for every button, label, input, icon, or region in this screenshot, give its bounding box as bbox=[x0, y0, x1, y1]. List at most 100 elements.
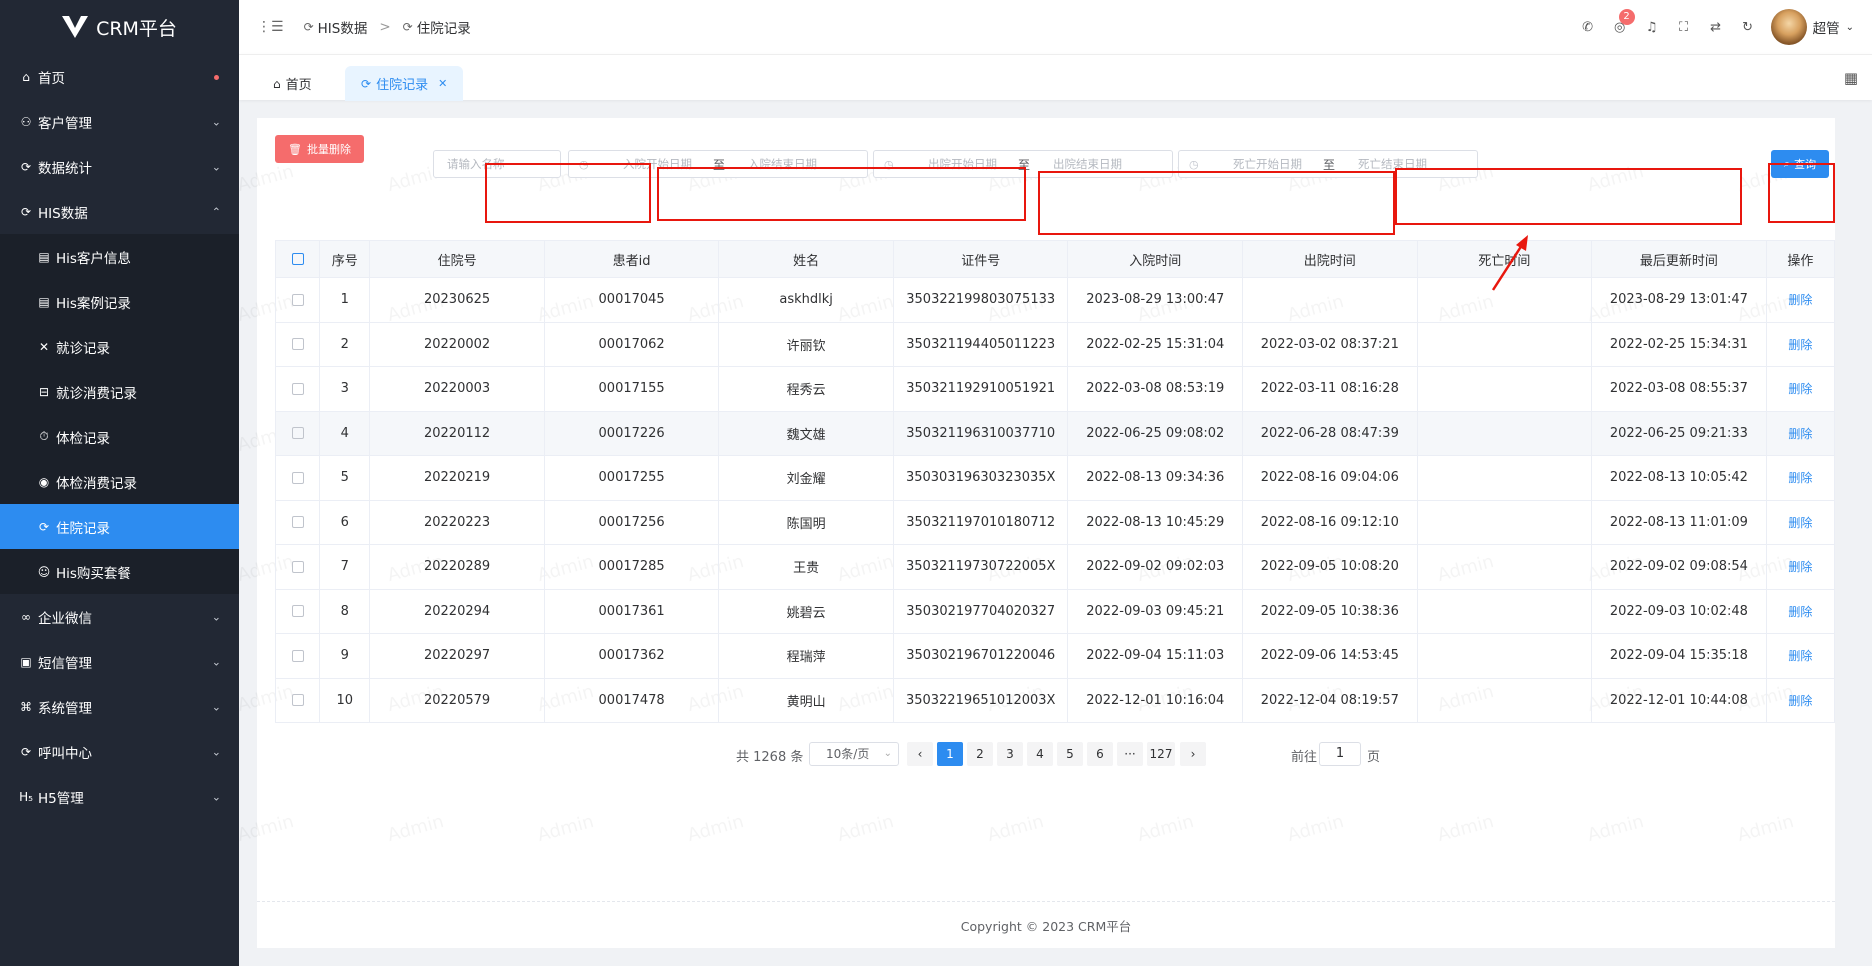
select-all-cell[interactable] bbox=[274, 240, 321, 278]
sidebar-item-1[interactable]: ⚇ 客户管理 ⌄ bbox=[0, 99, 239, 144]
collapse-menu-icon[interactable]: ⋮☰ bbox=[257, 19, 284, 35]
delete-row-link[interactable]: 删除 bbox=[1788, 338, 1812, 352]
delete-row-link[interactable]: 删除 bbox=[1788, 427, 1812, 441]
sidebar-item-7[interactable]: ⊟ 就诊消费记录 bbox=[0, 369, 239, 414]
close-icon[interactable]: ✕ bbox=[438, 77, 447, 90]
select-all-checkbox[interactable] bbox=[291, 253, 304, 265]
row-checkbox[interactable] bbox=[291, 293, 304, 306]
reload-icon[interactable]: ↻ bbox=[1739, 20, 1757, 35]
row-checkbox[interactable] bbox=[291, 471, 304, 484]
delete-row-link[interactable]: 删除 bbox=[1788, 605, 1812, 619]
table-row[interactable]: 10 20220579 00017478 黄明山 35032219651012003X 2… bbox=[274, 677, 1836, 723]
page-button[interactable]: 1 bbox=[937, 742, 963, 766]
phone-icon[interactable]: ✆ bbox=[1579, 20, 1597, 35]
page-button[interactable]: 5 bbox=[1057, 742, 1083, 766]
row-select-cell[interactable] bbox=[274, 499, 321, 545]
breadcrumb-his[interactable]: HIS数据 bbox=[318, 17, 368, 37]
table-cell: 2022-09-02 09:08:54 bbox=[1591, 544, 1767, 590]
chat-icon: ▣ bbox=[20, 654, 32, 669]
delete-row-link[interactable]: 删除 bbox=[1788, 560, 1812, 574]
next-page-button[interactable]: › bbox=[1180, 742, 1206, 766]
page-ellipsis[interactable]: ··· bbox=[1117, 742, 1143, 766]
table-cell: 王贵 bbox=[718, 544, 894, 590]
page-button[interactable]: 2 bbox=[967, 742, 993, 766]
page-button[interactable]: 3 bbox=[997, 742, 1023, 766]
row-select-cell[interactable] bbox=[274, 633, 321, 679]
sidebar-item-10[interactable]: ⟳ 住院记录 bbox=[0, 504, 239, 549]
sidebar-item-9[interactable]: ◉ 体检消费记录 bbox=[0, 459, 239, 504]
table-row[interactable]: 2 20220002 00017062 许丽钦 350321194405011223 20… bbox=[274, 321, 1836, 367]
chevron-down-icon: ⌄ bbox=[211, 700, 221, 713]
row-checkbox[interactable] bbox=[291, 338, 304, 351]
delete-row-link[interactable]: 删除 bbox=[1788, 471, 1812, 485]
sidebar-item-16[interactable]: H₅ H5管理 ⌄ bbox=[0, 774, 239, 819]
tab-home[interactable]: ⌂ 首页 bbox=[257, 66, 328, 101]
sidebar-item-12[interactable]: ∞ 企业微信 ⌄ bbox=[0, 594, 239, 639]
delete-row-link[interactable]: 删除 bbox=[1788, 382, 1812, 396]
table-row[interactable]: 4 20220112 00017226 魏文雄 350321196310037710 20… bbox=[274, 410, 1836, 456]
page-button[interactable]: 127 bbox=[1147, 742, 1175, 766]
table-cell: 20220003 bbox=[369, 366, 545, 412]
row-checkbox[interactable] bbox=[291, 382, 304, 395]
sidebar-item-13[interactable]: ▣ 短信管理 ⌄ bbox=[0, 639, 239, 684]
row-select-cell[interactable] bbox=[274, 410, 321, 456]
sidebar-item-4[interactable]: ▤ His客户信息 bbox=[0, 234, 239, 279]
page-button[interactable]: 6 bbox=[1087, 742, 1113, 766]
sidebar-item-2[interactable]: ⟳ 数据统计 ⌄ bbox=[0, 144, 239, 189]
bell-icon[interactable]: ♫ bbox=[1643, 20, 1661, 35]
table-row[interactable]: 8 20220294 00017361 姚碧云 350302197704020327 20… bbox=[274, 588, 1836, 634]
prev-page-button[interactable]: ‹ bbox=[907, 742, 933, 766]
user-menu[interactable]: 超管 ⌄ bbox=[1770, 9, 1854, 45]
table-row[interactable]: 9 20220297 00017362 程瑞萍 350302196701220046 20… bbox=[274, 633, 1836, 679]
smile-icon: ☺ bbox=[37, 564, 51, 579]
sidebar-item-3[interactable]: ⟳ HIS数据 ⌃ bbox=[0, 189, 239, 234]
sidebar-item-11[interactable]: ☺ His购买套餐 bbox=[0, 549, 239, 594]
page-size-select[interactable]: 10条/页 ⌄ bbox=[809, 742, 899, 766]
table-row[interactable]: 5 20220219 00017255 刘金耀 35030319630323035X 20… bbox=[274, 455, 1836, 501]
sidebar-item-0[interactable]: ⌂ 首页 bbox=[0, 54, 239, 99]
delete-row-link[interactable]: 删除 bbox=[1788, 293, 1812, 307]
sidebar-item-14[interactable]: ⌘ 系统管理 ⌄ bbox=[0, 684, 239, 729]
app-logo[interactable]: CRM平台 bbox=[0, 0, 239, 54]
table-row[interactable]: 7 20220289 00017285 王贵 35032119730722005X 202… bbox=[274, 544, 1836, 590]
breadcrumb: ⟳ HIS数据 > ⟳ 住院记录 bbox=[304, 17, 471, 37]
delete-row-link[interactable]: 删除 bbox=[1788, 516, 1812, 530]
row-select-cell[interactable] bbox=[274, 544, 321, 590]
translate-icon[interactable]: ⇄ bbox=[1707, 20, 1725, 35]
row-checkbox[interactable] bbox=[291, 427, 304, 440]
delete-row-link[interactable]: 删除 bbox=[1788, 694, 1812, 708]
table-cell: 2022-09-04 15:35:18 bbox=[1591, 633, 1767, 679]
table-row[interactable]: 1 20230625 00017045 askhdlkj 350322199803075… bbox=[274, 277, 1836, 323]
sidebar-item-label: 体检记录 bbox=[56, 430, 110, 447]
row-checkbox[interactable] bbox=[291, 560, 304, 573]
grid-menu-icon[interactable]: ▦ bbox=[1844, 69, 1858, 87]
table-cell: 2022-02-25 15:31:04 bbox=[1067, 321, 1244, 367]
page-button[interactable]: 4 bbox=[1027, 742, 1053, 766]
row-checkbox[interactable] bbox=[291, 516, 304, 529]
delete-row-link[interactable]: 删除 bbox=[1788, 649, 1812, 663]
row-select-cell[interactable] bbox=[274, 321, 321, 367]
table-row[interactable]: 6 20220223 00017256 陈国明 350321197010180712 20… bbox=[274, 499, 1836, 545]
sidebar-item-15[interactable]: ⟳ 呼叫中心 ⌄ bbox=[0, 729, 239, 774]
row-checkbox[interactable] bbox=[291, 649, 304, 662]
table-cell bbox=[1416, 321, 1593, 367]
doc-icon: ▤ bbox=[38, 249, 50, 264]
notification-target-icon[interactable]: ◎ 2 bbox=[1611, 8, 1635, 35]
chevron-down-icon: ⌄ bbox=[211, 610, 221, 623]
row-select-cell[interactable] bbox=[274, 677, 321, 723]
row-select-cell[interactable] bbox=[274, 277, 321, 323]
sidebar-item-5[interactable]: ▤ His案例记录 bbox=[0, 279, 239, 324]
row-select-cell[interactable] bbox=[274, 455, 321, 501]
fullscreen-icon[interactable]: ⛶ bbox=[1675, 20, 1693, 35]
chevron-down-icon: ⌄ bbox=[211, 115, 221, 128]
row-checkbox[interactable] bbox=[291, 605, 304, 618]
row-select-cell[interactable] bbox=[274, 366, 321, 412]
row-select-cell[interactable] bbox=[274, 588, 321, 634]
sidebar-item-8[interactable]: ⏱ 体检记录 bbox=[0, 414, 239, 459]
goto-page-input[interactable]: 1 bbox=[1319, 742, 1361, 766]
tab-inpatient[interactable]: ⟳ 住院记录 ✕ bbox=[345, 66, 464, 101]
table-row[interactable]: 3 20220003 00017155 程秀云 350321192910051921 20… bbox=[274, 366, 1836, 412]
row-checkbox[interactable] bbox=[291, 694, 304, 707]
sidebar-item-6[interactable]: ✕ 就诊记录 bbox=[0, 324, 239, 369]
batch-delete-button[interactable]: 🗑 批量删除 bbox=[275, 135, 364, 163]
